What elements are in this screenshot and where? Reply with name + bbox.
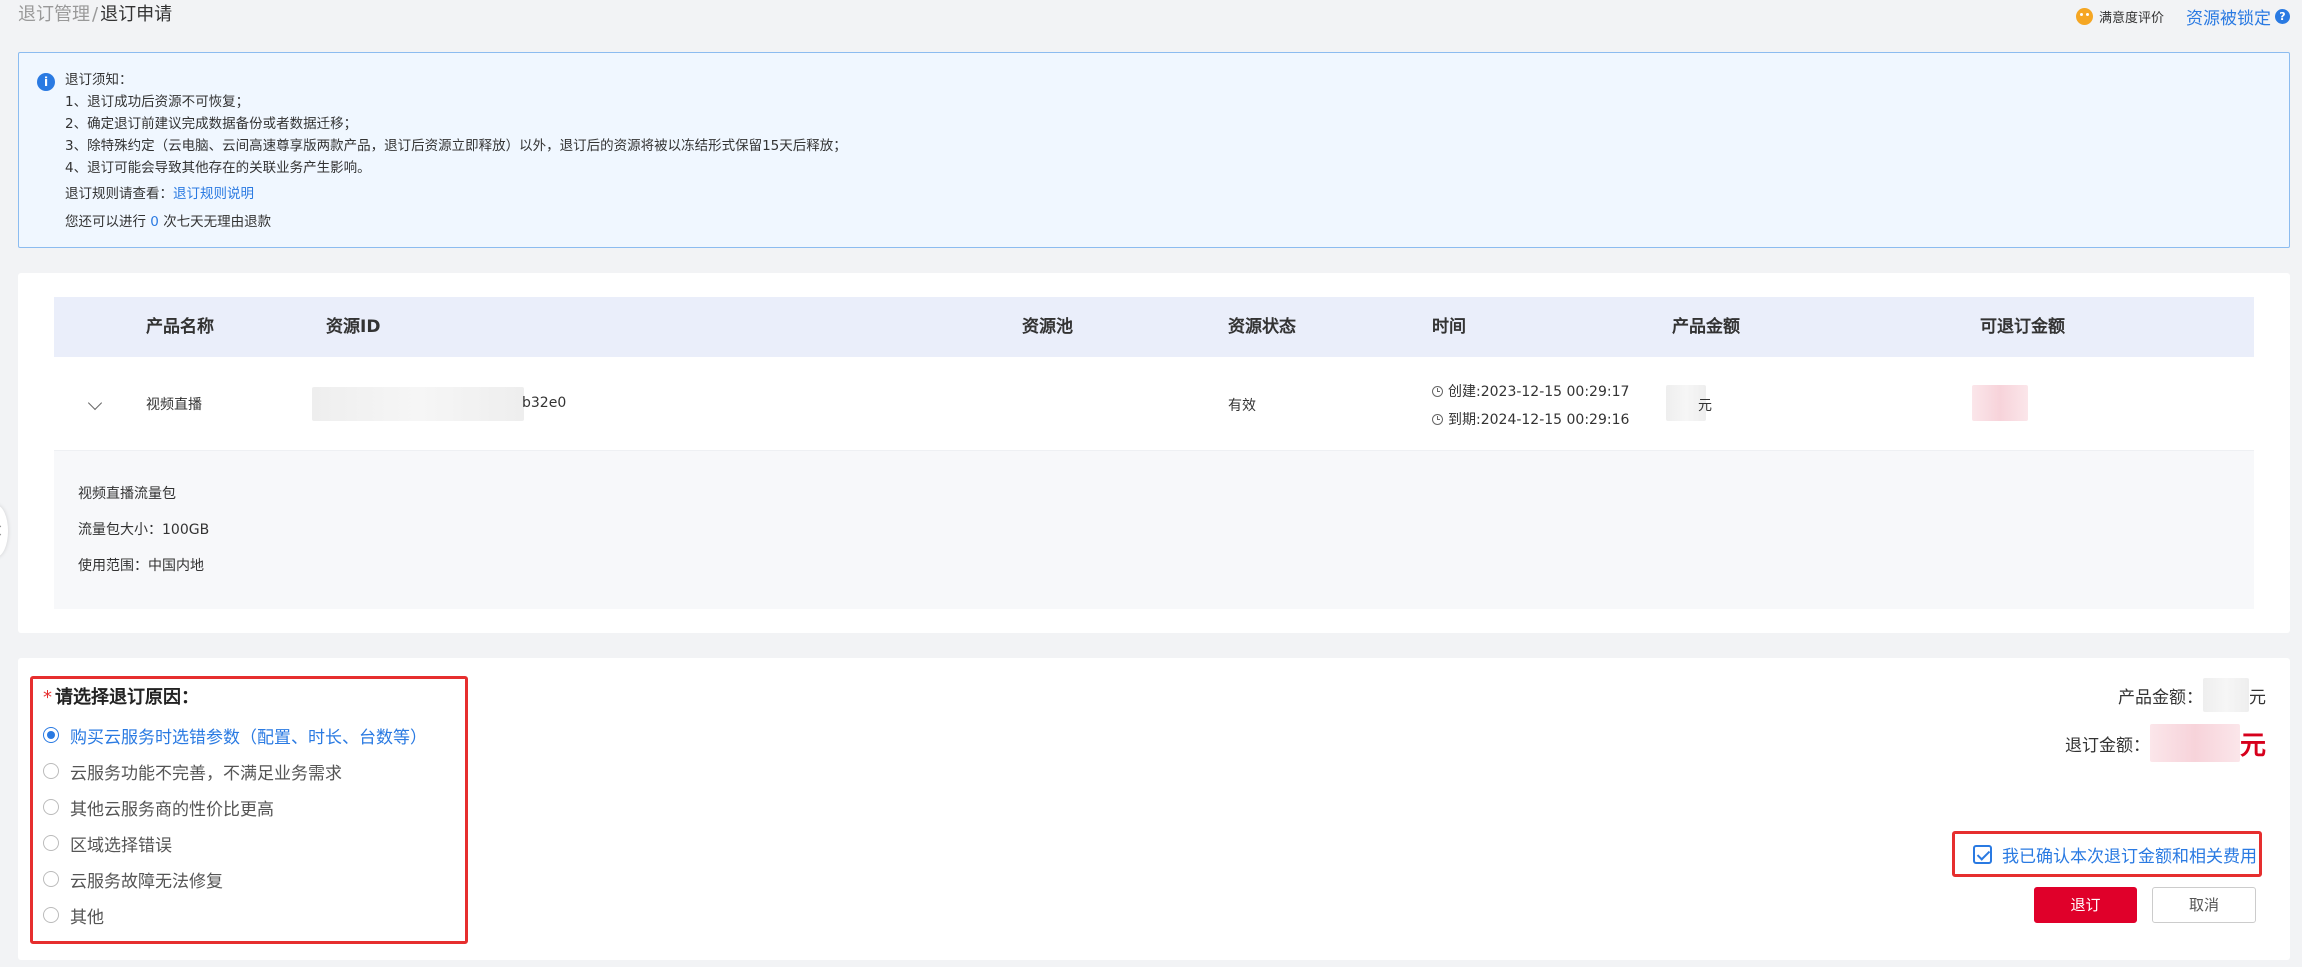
notice-item: 2、确定退订前建议完成数据备份或者数据迁移； (65, 116, 358, 132)
resource-locked-label: 资源被锁定 (2186, 8, 2271, 29)
refundable-masked (1972, 385, 2028, 421)
radio-icon[interactable] (43, 763, 59, 779)
clock-icon (1432, 386, 1443, 397)
resource-id-masked (312, 387, 524, 421)
expire-text: 到期:2024-12-15 00:29:16 (1448, 412, 1630, 428)
reason-option[interactable]: 其他云服务商的性价比更高 (43, 795, 274, 820)
header-resource-pool: 资源池 (1022, 317, 1073, 337)
radio-icon[interactable] (43, 835, 59, 851)
refund-amount-unit: 元 (2239, 730, 2266, 761)
breadcrumb-parent[interactable]: 退订管理 (18, 4, 90, 25)
satisfaction-link[interactable]: 满意度评价 (2075, 7, 2164, 26)
radio-icon[interactable] (43, 799, 59, 815)
notice-item: 1、退订成功后资源不可恢复； (65, 94, 250, 110)
radio-checked-icon[interactable] (43, 727, 59, 743)
reason-option-label: 区域选择错误 (70, 835, 172, 856)
submit-refund-button[interactable]: 退订 (2034, 887, 2137, 923)
resource-table-card: 产品名称 资源ID 资源池 资源状态 时间 产品金额 可退订金额 视频直播 b3… (18, 273, 2290, 633)
refund-amount-label: 退订金额： (2064, 735, 2150, 756)
detail-package-name: 视频直播流量包 (78, 486, 176, 502)
smile-icon (2075, 7, 2093, 25)
reason-option-label: 云服务功能不完善，不满足业务需求 (70, 763, 342, 784)
chevron-down-icon[interactable] (87, 395, 103, 411)
clock-icon (1432, 414, 1443, 425)
reason-title-text: 请选择退订原因： (55, 687, 199, 708)
reason-option[interactable]: 云服务故障无法修复 (43, 867, 223, 892)
detail-scope: 使用范围：中国内地 (78, 558, 204, 574)
refund-prefix: 您还可以进行 (65, 214, 146, 230)
product-amount-summary: 产品金额： 元 (2118, 678, 2266, 712)
reason-option-label: 其他 (70, 907, 104, 928)
refund-amount-summary: 退订金额： 元 (2065, 724, 2266, 762)
info-icon: i (37, 73, 55, 91)
satisfaction-label: 满意度评价 (2098, 10, 2164, 26)
product-amount-masked (2203, 678, 2249, 712)
resource-locked-link[interactable]: 资源被锁定 ? (2186, 4, 2290, 29)
product-amount-unit: 元 (2249, 687, 2266, 708)
required-mark: * (43, 687, 52, 708)
reason-option-label: 其他云服务商的性价比更高 (70, 799, 274, 820)
radio-icon[interactable] (43, 907, 59, 923)
reason-option[interactable]: 其他 (43, 903, 104, 928)
reason-option-label: 购买云服务时选错参数（配置、时长、台数等） (70, 727, 427, 748)
row-amount-unit: 元 (1698, 398, 1712, 414)
refund-suffix: 次七天无理由退款 (163, 214, 272, 230)
reason-option[interactable]: 购买云服务时选错参数（配置、时长、台数等） (43, 723, 427, 748)
reason-option[interactable]: 云服务功能不完善，不满足业务需求 (43, 759, 342, 784)
breadcrumb: 退订管理 / 退订申请 (18, 2, 172, 28)
reason-selection: * 请选择退订原因： 购买云服务时选错参数（配置、时长、台数等） 云服务功能不完善… (30, 676, 468, 944)
breadcrumb-separator: / (92, 4, 99, 25)
confirm-text: 我已确认本次退订金额和相关费用 (2002, 846, 2257, 867)
refund-count: 0 (150, 214, 159, 230)
row-status: 有效 (1228, 398, 1256, 414)
top-right-actions: 满意度评价 资源被锁定 ? (2075, 4, 2290, 29)
notice-rules: 退订规则请查看：退订规则说明 (65, 181, 847, 207)
notice-refund-count: 您还可以进行 0 次七天无理由退款 (65, 209, 847, 235)
rules-prefix: 退订规则请查看： (65, 186, 173, 202)
refund-notice: i 退订须知： 1、退订成功后资源不可恢复； 2、确定退订前建议完成数据备份或者… (18, 52, 2290, 248)
table-header: 产品名称 资源ID 资源池 资源状态 时间 产品金额 可退订金额 (54, 297, 2254, 357)
row-resource-id-suffix: b32e0 (522, 395, 567, 411)
notice-item: 3、除特殊约定（云电脑、云间高速尊享版两款产品，退订后资源立即释放）以外，退订后… (65, 138, 847, 154)
rules-link[interactable]: 退订规则说明 (173, 186, 254, 202)
product-amount-label: 产品金额： (2118, 687, 2203, 708)
header-resource-id: 资源ID (326, 317, 381, 337)
side-collapse-handle[interactable] (0, 505, 8, 557)
header-refundable: 可退订金额 (1980, 317, 2065, 337)
reason-option-label: 云服务故障无法修复 (70, 871, 223, 892)
help-icon[interactable]: ? (2275, 8, 2290, 24)
checkbox-checked-icon[interactable] (1973, 844, 1992, 864)
header-amount: 产品金额 (1672, 317, 1740, 337)
header-product-name: 产品名称 (146, 317, 214, 337)
table-row: 视频直播 b32e0 有效 创建:2023-12-15 00:29:17 到期:… (54, 357, 2254, 451)
notice-item: 4、退订可能会导致其他存在的关联业务产生影响。 (65, 160, 371, 176)
refund-form-card: * 请选择退订原因： 购买云服务时选错参数（配置、时长、台数等） 云服务功能不完善… (18, 658, 2290, 960)
row-detail: 视频直播流量包 流量包大小：100GB 使用范围：中国内地 (54, 451, 2254, 609)
header-status: 资源状态 (1228, 317, 1296, 337)
cancel-button[interactable]: 取消 (2152, 887, 2256, 923)
created-text: 创建:2023-12-15 00:29:17 (1448, 384, 1630, 400)
detail-size: 流量包大小：100GB (78, 522, 210, 538)
row-created-time: 创建:2023-12-15 00:29:17 (1432, 381, 1629, 401)
reason-option[interactable]: 区域选择错误 (43, 831, 172, 856)
refund-amount-masked (2149, 724, 2240, 762)
radio-icon[interactable] (43, 871, 59, 887)
confirm-checkbox-row[interactable]: 我已确认本次退订金额和相关费用 (1952, 831, 2262, 877)
row-product-name: 视频直播 (146, 397, 202, 413)
notice-title: 退订须知： (65, 72, 133, 88)
breadcrumb-current: 退订申请 (100, 4, 173, 25)
header-time: 时间 (1432, 317, 1466, 337)
reason-title: * 请选择退订原因： (43, 685, 199, 711)
row-expire-time: 到期:2024-12-15 00:29:16 (1432, 409, 1629, 429)
